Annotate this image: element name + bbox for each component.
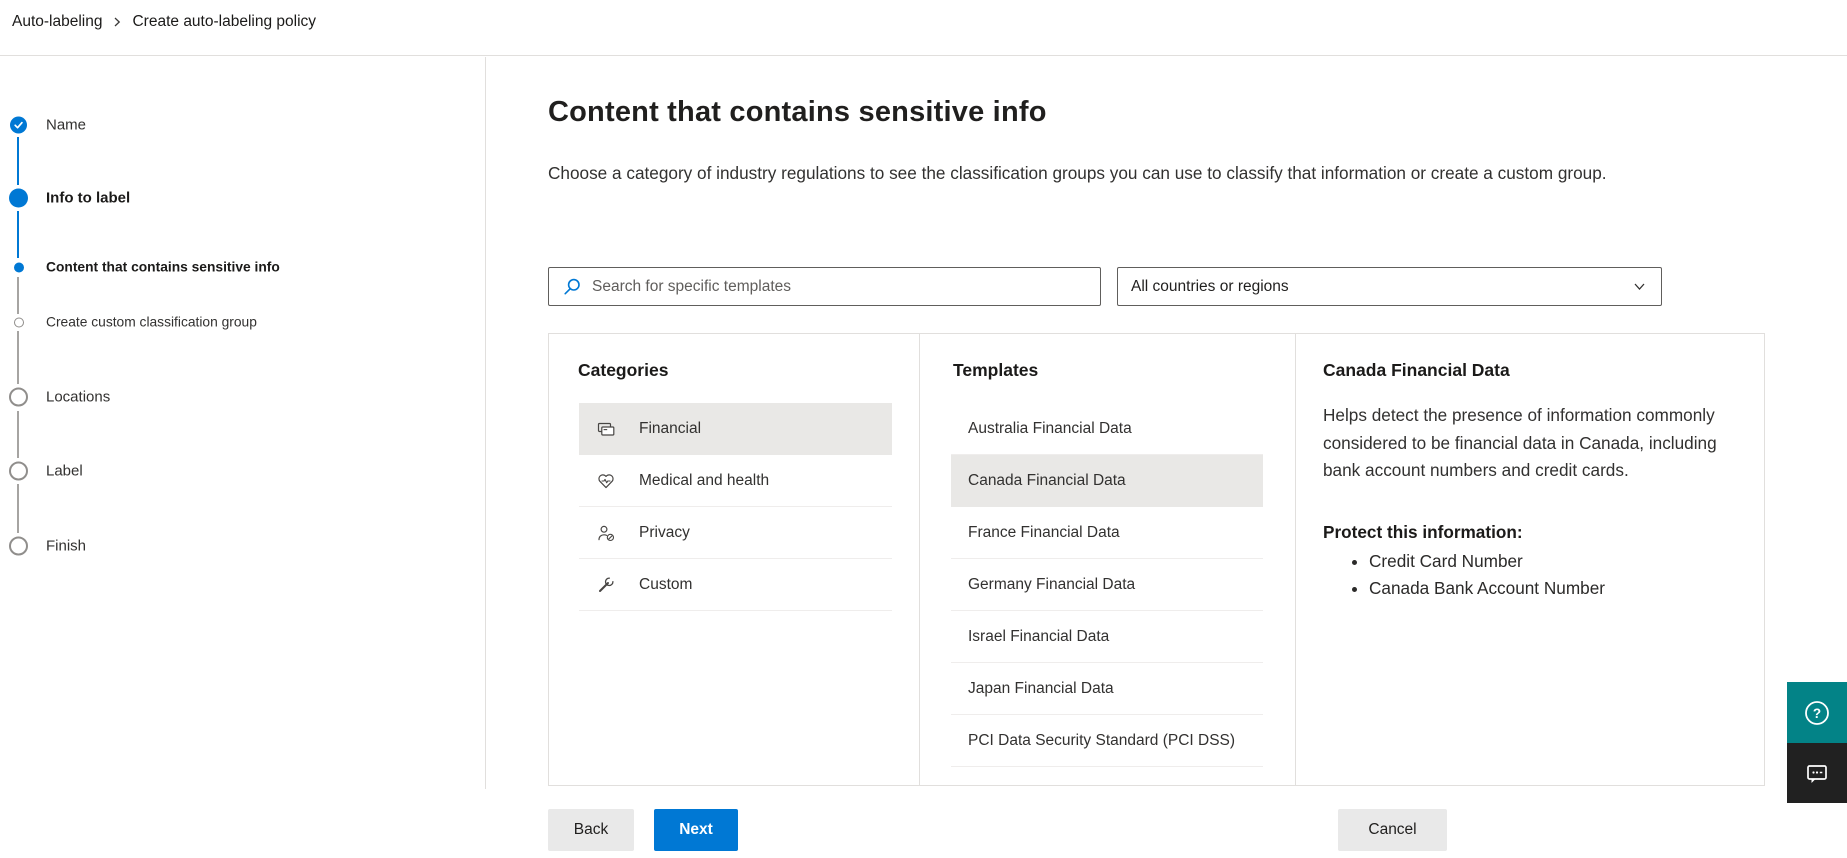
template-row-pci-dss[interactable]: PCI Data Security Standard (PCI DSS) xyxy=(951,715,1263,767)
detail-title: Canada Financial Data xyxy=(1323,360,1510,380)
step-label: Locations xyxy=(46,388,111,406)
step-label: Content that contains sensitive info xyxy=(46,259,280,275)
detail-description: Helps detect the presence of information… xyxy=(1323,405,1717,480)
breadcrumb-chevron-icon xyxy=(111,16,123,28)
template-label: France Financial Data xyxy=(968,523,1120,541)
step-connector xyxy=(17,137,20,185)
template-row-israel[interactable]: Israel Financial Data xyxy=(951,611,1263,663)
dropdown-value: All countries or regions xyxy=(1131,277,1289,295)
breadcrumb-create-policy: Create auto-labeling policy xyxy=(132,13,317,30)
templates-list: Australia Financial Data Canada Financia… xyxy=(920,403,1295,767)
categories-column: Categories Financial Medical and health xyxy=(549,334,919,785)
template-label: Germany Financial Data xyxy=(968,575,1136,593)
step-pending-icon xyxy=(0,387,37,407)
step-connector xyxy=(17,277,20,314)
category-label: Medical and health xyxy=(639,471,770,489)
wizard-step-finish[interactable]: Finish xyxy=(0,536,87,556)
page-header: Auto-labeling Create auto-labeling polic… xyxy=(0,0,1847,56)
step-connector xyxy=(17,211,20,258)
template-label: Australia Financial Data xyxy=(968,419,1132,437)
step-complete-icon xyxy=(0,116,37,134)
protect-list: Credit Card Number Canada Bank Account N… xyxy=(1323,548,1734,603)
step-connector xyxy=(17,411,20,458)
protect-item: Credit Card Number xyxy=(1369,548,1734,576)
template-detail-panel: Canada Financial Data Helps detect the p… xyxy=(1295,334,1764,785)
back-button[interactable]: Back xyxy=(548,809,634,851)
categories-heading: Categories xyxy=(578,360,669,380)
heart-pulse-icon xyxy=(596,471,616,491)
step-label: Finish xyxy=(46,537,87,555)
templates-heading: Templates xyxy=(953,360,1039,380)
categories-list: Financial Medical and health Privacy Cus… xyxy=(549,403,919,611)
protect-heading: Protect this information: xyxy=(1323,521,1523,542)
category-row-custom[interactable]: Custom xyxy=(579,559,892,611)
category-label: Financial xyxy=(639,419,702,437)
category-label: Privacy xyxy=(639,523,690,541)
template-row-germany[interactable]: Germany Financial Data xyxy=(951,559,1263,611)
protect-item: Canada Bank Account Number xyxy=(1369,575,1734,603)
category-row-privacy[interactable]: Privacy xyxy=(579,507,892,559)
svg-text:?: ? xyxy=(1813,706,1821,721)
template-row-france[interactable]: France Financial Data xyxy=(951,507,1263,559)
help-icon: ? xyxy=(1805,700,1829,725)
page-description: Choose a category of industry regulation… xyxy=(548,163,1607,183)
next-button[interactable]: Next xyxy=(654,809,738,851)
template-label: PCI Data Security Standard (PCI DSS) xyxy=(968,731,1236,749)
step-label: Label xyxy=(46,462,83,480)
step-label: Info to label xyxy=(46,189,131,207)
wizard-substep-custom-group[interactable]: Create custom classification group xyxy=(0,315,257,330)
step-active-icon xyxy=(0,188,37,208)
search-input[interactable] xyxy=(590,276,1100,297)
templates-column: Templates Australia Financial Data Canad… xyxy=(919,334,1295,785)
template-label: Canada Financial Data xyxy=(968,471,1126,489)
feedback-button[interactable] xyxy=(1787,743,1847,803)
country-region-dropdown[interactable]: All countries or regions xyxy=(1117,267,1662,306)
wizard-step-info-to-label[interactable]: Info to label xyxy=(0,188,131,208)
chevron-down-icon xyxy=(1634,283,1645,290)
wizard-rail: Name Info to label Content that contains… xyxy=(0,57,486,789)
template-row-australia[interactable]: Australia Financial Data xyxy=(951,403,1263,455)
template-label: Israel Financial Data xyxy=(968,627,1110,645)
step-current-dot-icon xyxy=(0,262,37,272)
step-pending-icon xyxy=(0,461,37,481)
category-row-financial[interactable]: Financial xyxy=(579,403,892,455)
feedback-icon xyxy=(1807,765,1827,783)
step-pending-dot-icon xyxy=(0,317,37,327)
wizard-step-label[interactable]: Label xyxy=(0,461,83,481)
step-connector xyxy=(17,331,20,384)
step-connector xyxy=(17,484,20,533)
help-button[interactable]: ? xyxy=(1787,682,1847,743)
breadcrumb: Auto-labeling Create auto-labeling polic… xyxy=(0,0,1847,31)
category-row-medical[interactable]: Medical and health xyxy=(579,455,892,507)
template-row-japan[interactable]: Japan Financial Data xyxy=(951,663,1263,715)
breadcrumb-auto-labeling[interactable]: Auto-labeling xyxy=(12,13,102,31)
template-search xyxy=(548,267,1101,306)
search-icon xyxy=(564,278,580,295)
create-auto-labeling-policy-page: Auto-labeling Create auto-labeling polic… xyxy=(0,0,1847,858)
step-label: Name xyxy=(46,116,87,134)
step-label: Create custom classification group xyxy=(46,314,257,330)
wrench-icon xyxy=(596,575,616,595)
wizard-step-name[interactable]: Name xyxy=(0,116,87,134)
wizard-step-locations[interactable]: Locations xyxy=(0,387,111,407)
template-label: Japan Financial Data xyxy=(968,679,1114,697)
sensitive-info-picker: Categories Financial Medical and health xyxy=(548,333,1765,786)
page-title: Content that contains sensitive info xyxy=(548,96,1047,128)
credit-card-icon xyxy=(596,419,616,439)
person-block-icon xyxy=(596,523,616,543)
template-row-canada[interactable]: Canada Financial Data xyxy=(951,455,1263,507)
wizard-substep-sensitive-info[interactable]: Content that contains sensitive info xyxy=(0,260,280,275)
cancel-button[interactable]: Cancel xyxy=(1338,809,1447,851)
category-label: Custom xyxy=(639,575,693,593)
step-pending-icon xyxy=(0,536,37,556)
